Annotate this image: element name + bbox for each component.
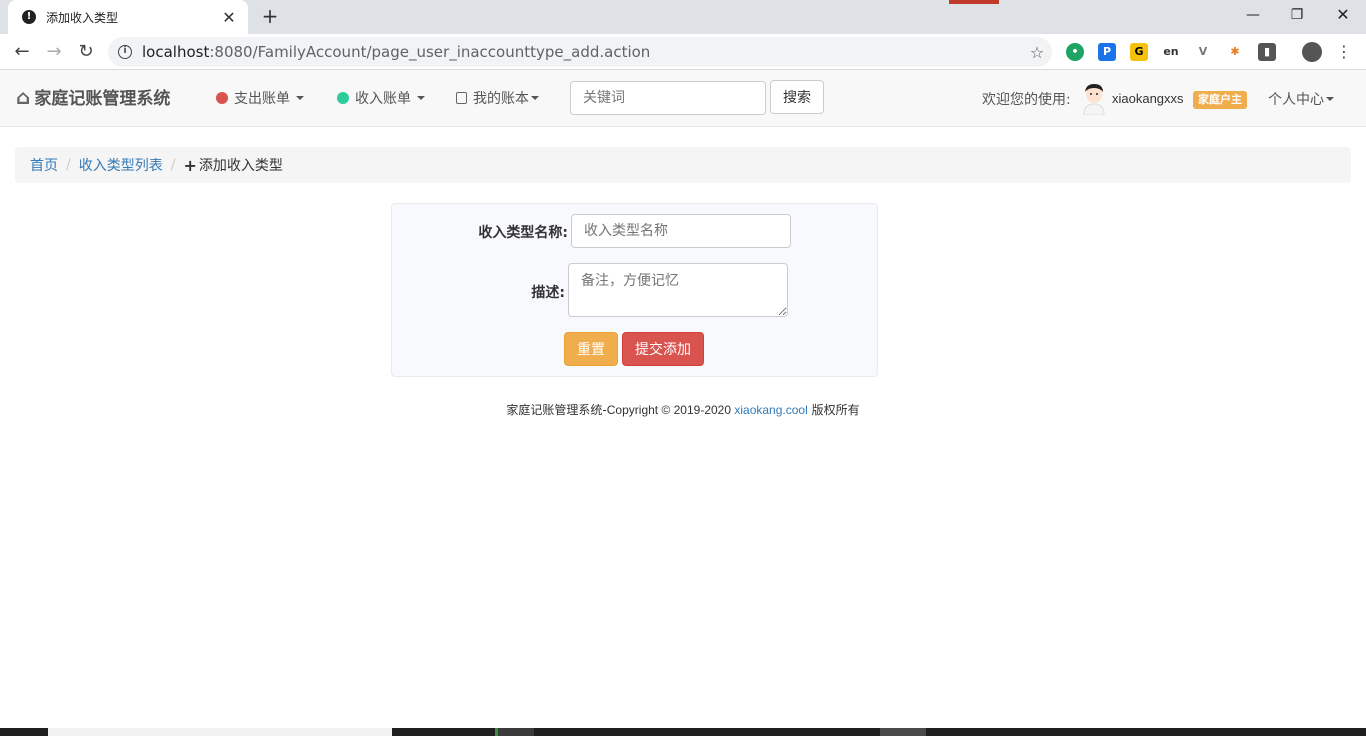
user-center-menu[interactable]: 个人中心 [1268,89,1334,109]
extension-green-icon[interactable]: • [1066,43,1084,61]
type-name-label: 收入类型名称: [478,225,568,241]
os-taskbar [0,728,1366,736]
footer-copyright: Copyright © 2019-2020 [606,403,735,417]
breadcrumb: 首页 / 收入类型列表 / + 添加收入类型 [15,147,1351,183]
minimize-icon[interactable]: — [1230,4,1276,28]
chevron-down-icon [531,96,539,100]
app-navbar: ⌂ 家庭记账管理系统 支出账单 收入账单 我的账本 搜索 欢迎您的使用: xia… [0,70,1366,127]
home-icon: ⌂ [16,84,31,109]
back-arrow-icon[interactable]: ← [10,40,34,64]
site-info-icon[interactable]: i [118,45,132,59]
extension-g-icon[interactable]: G [1130,43,1148,61]
tab-favicon-icon: ! [22,10,36,24]
menu-income-label: 收入账单 [355,91,411,107]
browser-tabstrip: ! 添加收入类型 ✕ + — ❐ ✕ [0,0,1366,34]
new-tab-icon[interactable]: + [258,5,282,29]
book-icon [456,92,467,104]
search-button[interactable]: 搜索 [770,80,824,114]
welcome-text: 欢迎您的使用: [982,92,1071,108]
window-indicator [949,0,999,4]
footer-prefix: 家庭记账管理系统- [506,403,607,417]
chevron-down-icon [296,96,304,100]
taskbar-app[interactable] [498,728,534,736]
username[interactable]: xiaokangxxs [1112,91,1184,106]
type-name-input[interactable] [571,214,791,248]
money-bag-red-icon [216,92,228,104]
extension-network-icon[interactable]: ✱ [1226,43,1244,61]
reload-icon[interactable]: ↻ [74,40,98,64]
footer-suffix: 版权所有 [807,403,860,417]
brand[interactable]: ⌂ 家庭记账管理系统 [16,84,171,110]
money-bag-green-icon [337,92,349,104]
breadcrumb-current-label: 添加收入类型 [198,158,283,174]
footer-link[interactable]: xiaokang.cool [734,403,807,417]
breadcrumb-list[interactable]: 收入类型列表 [79,155,163,175]
user-center-label: 个人中心 [1268,92,1324,108]
menu-expense-label: 支出账单 [234,91,290,107]
address-url: localhost:8080/FamilyAccount/page_user_i… [142,43,651,61]
extension-reader-icon[interactable]: ▮ [1258,43,1276,61]
user-avatar[interactable] [1080,83,1108,115]
tab-close-icon[interactable]: ✕ [220,8,238,27]
extension-parking-icon[interactable]: P [1098,43,1116,61]
tab-title: 添加收入类型 [46,10,119,25]
submit-button[interactable]: 提交添加 [622,332,704,366]
browser-toolbar: ← → ↻ i localhost:8080/FamilyAccount/pag… [0,34,1366,70]
bookmark-star-icon[interactable]: ☆ [1022,43,1052,62]
browser-tab-active[interactable]: ! 添加收入类型 ✕ [8,0,248,34]
menu-books[interactable]: 我的账本 [456,88,539,108]
reset-button[interactable]: 重置 [564,332,618,366]
plus-icon: + [183,155,197,175]
role-badge: 家庭户主 [1193,91,1247,109]
chevron-down-icon [1326,97,1334,101]
search-input[interactable] [570,81,766,115]
breadcrumb-separator: / [170,157,176,173]
chevron-down-icon [417,96,425,100]
restore-icon[interactable]: ❐ [1274,4,1320,28]
window-close-icon[interactable]: ✕ [1320,4,1366,28]
description-label: 描述: [531,285,565,301]
menu-income[interactable]: 收入账单 [337,88,425,108]
taskbar-app[interactable] [880,728,926,736]
breadcrumb-home[interactable]: 首页 [30,155,58,175]
menu-expense[interactable]: 支出账单 [216,88,304,108]
browser-menu-icon[interactable]: ⋮ [1336,40,1352,64]
taskbar-search-box[interactable] [48,728,392,736]
menu-books-label: 我的账本 [473,91,529,107]
address-bar[interactable]: i localhost:8080/FamilyAccount/page_user… [108,37,1052,67]
brand-title: 家庭记账管理系统 [34,89,171,109]
extension-v-icon[interactable]: V [1194,43,1212,61]
forward-arrow-icon[interactable]: → [42,40,66,64]
extension-translate-icon[interactable]: en [1162,43,1180,61]
description-textarea[interactable] [568,263,788,317]
breadcrumb-separator: / [66,157,71,173]
profile-avatar-icon[interactable] [1302,42,1322,62]
breadcrumb-current: + 添加收入类型 [183,155,282,175]
footer: 家庭记账管理系统-Copyright © 2019-2020 xiaokang.… [0,401,1366,418]
add-income-type-form: 收入类型名称: 描述: 重置 提交添加 [391,203,878,377]
